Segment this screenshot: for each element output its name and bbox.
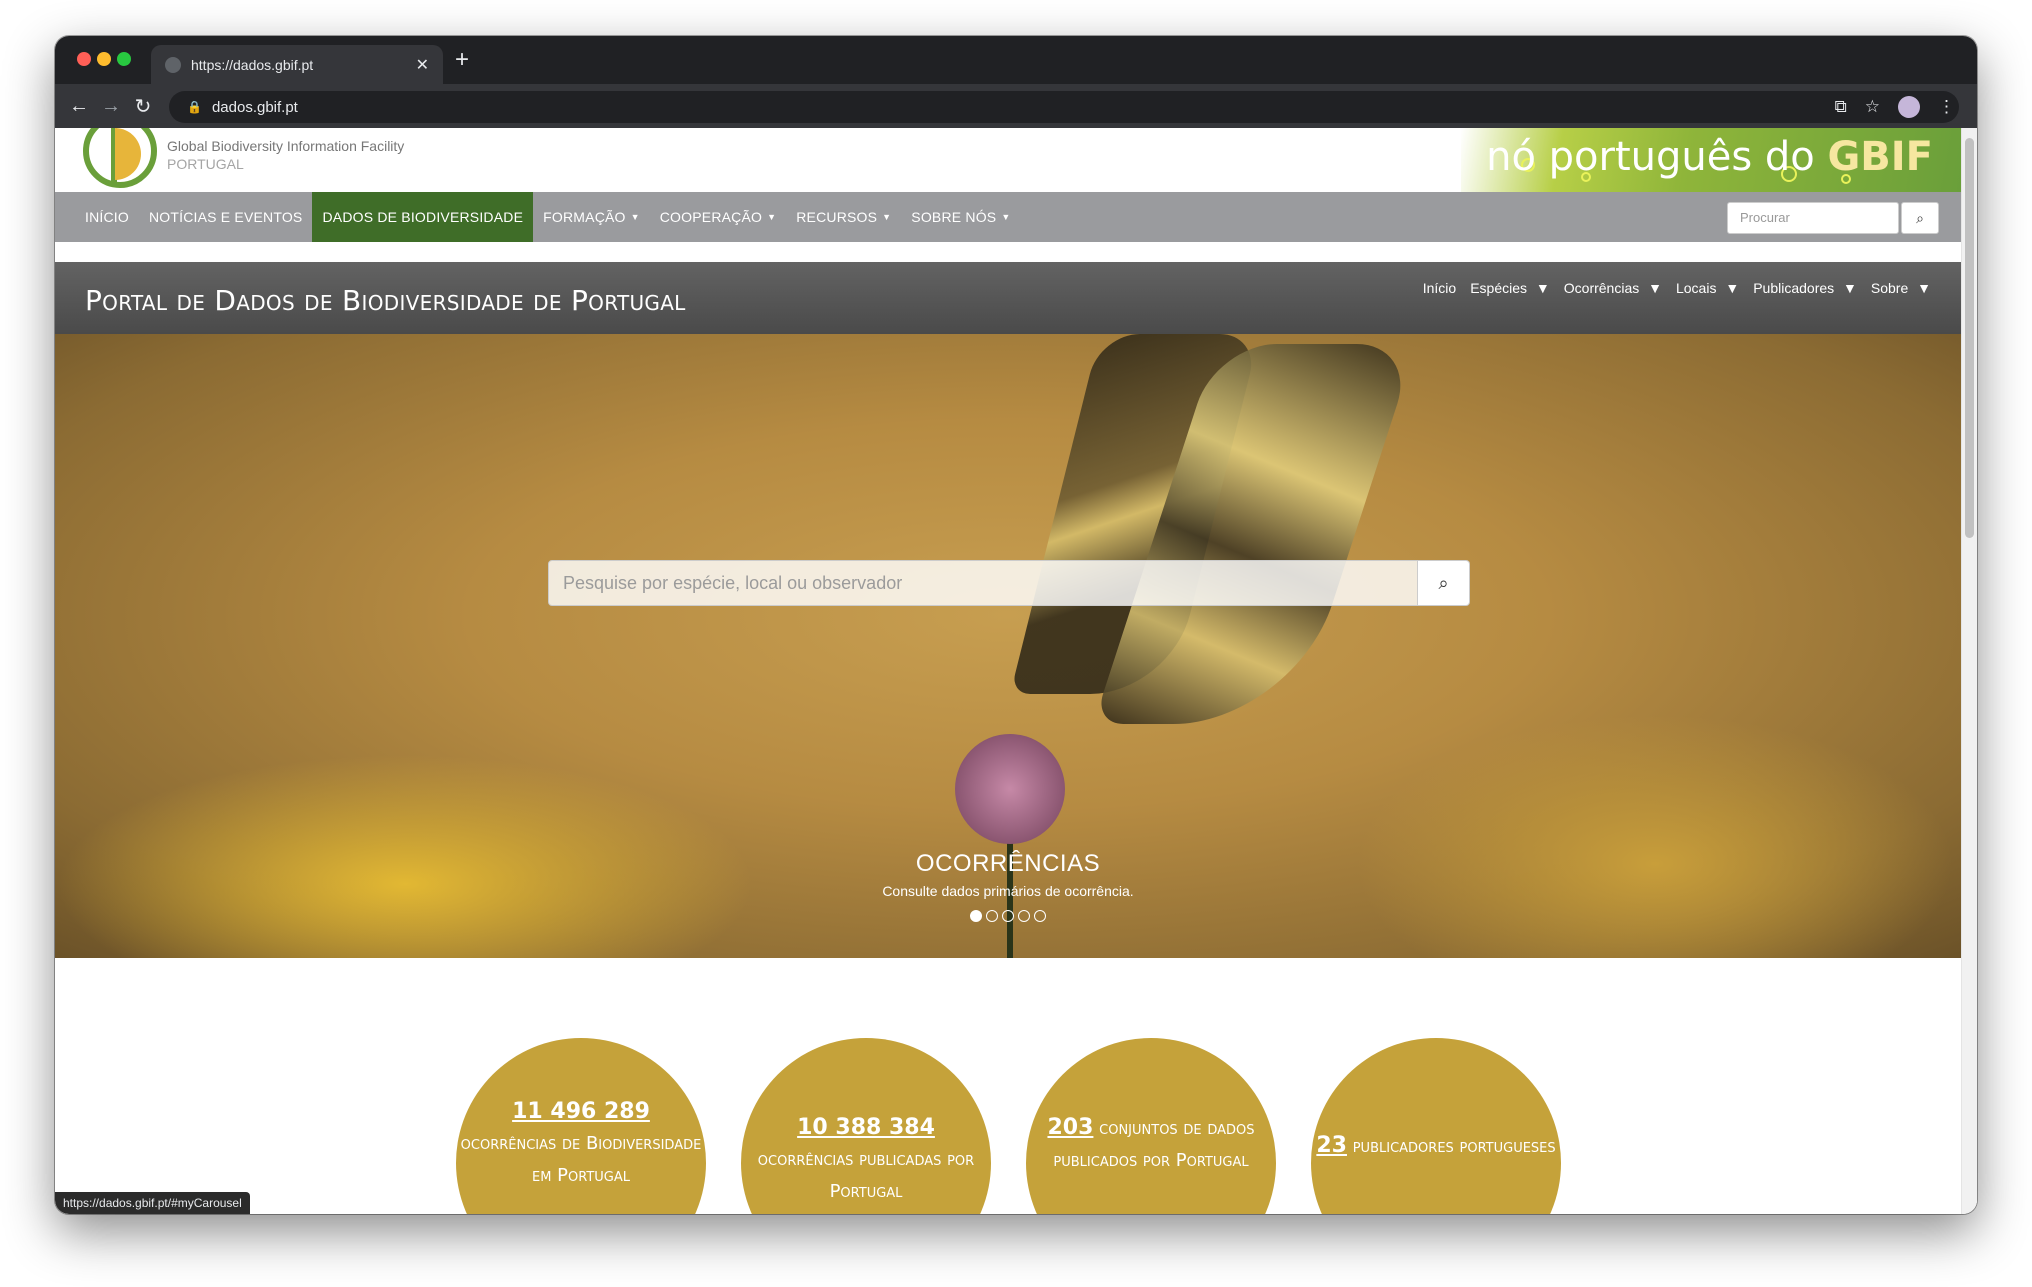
page-scrollbar[interactable] (1961, 128, 1977, 1214)
gbif-logo[interactable] (83, 128, 157, 188)
stat-occurrences-portugal: 11 496 289 ocorrências de Biodiversidade… (456, 1038, 706, 1214)
portal-nav-publicadores-label: Publicadores (1753, 280, 1835, 296)
hero-carousel[interactable]: Pesquise por espécie, local ou observado… (55, 334, 1961, 958)
banner-brand: GBIF (1827, 134, 1933, 180)
caret-down-icon: ▼ (1001, 212, 1011, 222)
portal-nav-publicadores[interactable]: Publicadores ▼ (1753, 280, 1857, 296)
bookmark-star-icon[interactable]: ☆ (1865, 97, 1880, 117)
site-header: Global Biodiversity Information Facility… (55, 128, 1961, 192)
stat-number[interactable]: 23 (1316, 1133, 1347, 1158)
stats-section: 11 496 289 ocorrências de Biodiversidade… (55, 958, 1961, 1214)
stat-text: ocorrências de Biodiversidade em Portuga… (460, 1133, 702, 1186)
stat-text: publicadores portugueses (1352, 1136, 1556, 1157)
caret-down-icon: ▼ (1843, 280, 1857, 296)
stat-datasets: 203 conjuntos de dados publicados por Po… (1026, 1038, 1276, 1214)
carousel-indicators (970, 910, 1046, 922)
nav-cooperacao-label: COOPERAÇÃO (659, 209, 763, 225)
address-bar[interactable]: 🔒 dados.gbif.pt (169, 91, 1959, 123)
close-tab-icon[interactable]: ✕ (416, 55, 429, 75)
banner-text: nó português do (1486, 134, 1815, 180)
caret-down-icon: ▼ (1648, 280, 1662, 296)
portal-nav-sobre-label: Sobre (1870, 280, 1909, 296)
page-viewport: Global Biodiversity Information Facility… (55, 128, 1977, 1214)
portal-nav-inicio[interactable]: Início (1423, 280, 1456, 296)
reload-icon[interactable]: ↻ (127, 94, 159, 119)
carousel-dot[interactable] (1018, 910, 1030, 922)
globe-icon (165, 56, 181, 73)
carousel-dot[interactable] (970, 910, 982, 922)
nav-formacao-label: FORMAÇÃO (543, 209, 626, 225)
stat-number[interactable]: 11 496 289 (456, 1096, 706, 1128)
site-search-input[interactable]: Procurar (1727, 202, 1899, 234)
search-icon: ⌕ (1916, 210, 1924, 226)
back-arrow-icon[interactable]: ← (63, 95, 95, 118)
translate-icon[interactable]: ⧉ (1835, 97, 1847, 117)
caret-down-icon: ▼ (767, 212, 777, 222)
browser-window: https://dados.gbif.pt ✕ + ← → ↻ 🔒 dados.… (55, 36, 1977, 1214)
carousel-dot[interactable] (1034, 910, 1046, 922)
nav-noticias-label: NOTÍCIAS E EVENTOS (148, 209, 303, 225)
nav-cooperacao[interactable]: COOPERAÇÃO ▼ (650, 192, 786, 242)
nav-inicio-label: INÍCIO (85, 209, 129, 225)
minimize-window-button[interactable] (97, 52, 111, 66)
browser-toolbar: ← → ↻ 🔒 dados.gbif.pt ⧉ ☆ ⋮ (55, 84, 1977, 128)
lock-icon: 🔒 (187, 100, 202, 114)
portal-nav-locais[interactable]: Locais ▼ (1676, 280, 1739, 296)
portal-navigation: Início Espécies ▼ Ocorrências ▼ Locais ▼… (1423, 280, 1931, 296)
caret-down-icon: ▼ (1535, 280, 1550, 296)
portal-nav-especies-label: Espécies (1470, 280, 1528, 296)
more-menu-icon[interactable]: ⋮ (1938, 97, 1955, 117)
caret-down-icon: ▼ (1725, 280, 1740, 296)
portal-nav-ocorrencias-label: Ocorrências (1563, 280, 1640, 296)
org-name: Global Biodiversity Information Facility (167, 138, 405, 154)
stat-number[interactable]: 10 388 384 (741, 1112, 991, 1144)
portal-nav-ocorrencias[interactable]: Ocorrências ▼ (1564, 280, 1662, 296)
nav-noticias[interactable]: NOTÍCIAS E EVENTOS (139, 192, 313, 242)
portal-nav-locais-label: Locais (1675, 280, 1717, 296)
carousel-dot[interactable] (1002, 910, 1014, 922)
nav-dados-label: DADOS DE BIODIVERSIDADE (322, 209, 524, 225)
address-url: dados.gbif.pt (211, 98, 298, 116)
stat-number[interactable]: 203 (1047, 1115, 1093, 1140)
stat-publishers: 23 publicadores portugueses (1311, 1038, 1561, 1214)
nav-recursos-label: RECURSOS (796, 209, 878, 225)
search-icon: ⌕ (1438, 573, 1449, 593)
carousel-caption-title: OCORRÊNCIAS (915, 850, 1101, 877)
main-navigation: INÍCIO NOTÍCIAS E EVENTOS DADOS DE BIODI… (55, 192, 1961, 242)
browser-tab[interactable]: https://dados.gbif.pt ✕ (151, 45, 443, 84)
nav-recursos[interactable]: RECURSOS ▼ (786, 192, 901, 242)
portal-nav-sobre[interactable]: Sobre ▼ (1871, 280, 1931, 296)
hero-search: Pesquise por espécie, local ou observado… (548, 560, 1470, 606)
hero-search-button[interactable]: ⌕ (1418, 560, 1470, 606)
stat-text: ocorrências publicadas por Portugal (757, 1149, 975, 1202)
carousel-dot[interactable] (986, 910, 998, 922)
new-tab-button[interactable]: + (455, 48, 469, 72)
carousel-caption-subtitle: Consulte dados primários de ocorrência. (882, 883, 1134, 899)
profile-avatar[interactable] (1898, 96, 1920, 118)
gbif-portugal-banner: nó português do GBIF (1461, 128, 1961, 192)
zoom-window-button[interactable] (117, 52, 131, 66)
org-subtitle: PORTUGAL (167, 156, 244, 172)
portal-nav-especies[interactable]: Espécies ▼ (1470, 280, 1550, 296)
nav-formacao[interactable]: FORMAÇÃO ▼ (533, 192, 650, 242)
stat-occurrences-published: 10 388 384 ocorrências publicadas por Po… (741, 1038, 991, 1214)
nav-inicio[interactable]: INÍCIO (75, 192, 139, 242)
browser-titlebar: https://dados.gbif.pt ✕ + (55, 36, 1977, 84)
site-search-button[interactable]: ⌕ (1901, 202, 1939, 234)
status-bar-url: https://dados.gbif.pt/#myCarousel (55, 1192, 250, 1214)
scrollbar-thumb[interactable] (1965, 138, 1974, 538)
forward-arrow-icon[interactable]: → (95, 95, 127, 118)
nav-sobre-label: SOBRE NÓS (911, 209, 997, 225)
nav-dados-biodiversidade[interactable]: DADOS DE BIODIVERSIDADE (312, 192, 534, 242)
portal-title[interactable]: Portal de Dados de Biodiversidade de Por… (85, 284, 686, 317)
hero-search-input[interactable]: Pesquise por espécie, local ou observado… (548, 560, 1418, 606)
portal-header: Portal de Dados de Biodiversidade de Por… (55, 262, 1961, 334)
close-window-button[interactable] (77, 52, 91, 66)
caret-down-icon: ▼ (1917, 280, 1931, 296)
tab-title: https://dados.gbif.pt (191, 56, 314, 73)
flower-image (955, 734, 1065, 844)
nav-sobre-nos[interactable]: SOBRE NÓS ▼ (901, 192, 1020, 242)
caret-down-icon: ▼ (882, 212, 892, 222)
caret-down-icon: ▼ (630, 212, 640, 222)
